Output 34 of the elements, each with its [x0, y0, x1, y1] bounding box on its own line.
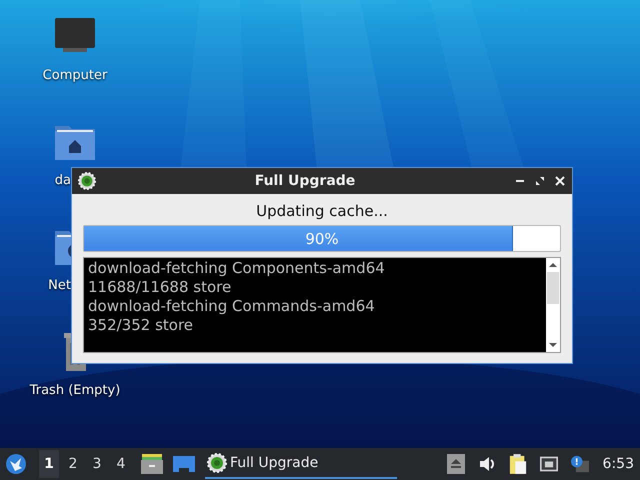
progress-text: 90%: [305, 230, 339, 248]
close-icon[interactable]: [554, 175, 566, 187]
icon-label: Net: [48, 278, 71, 293]
task-button[interactable]: Full Upgrade: [205, 449, 397, 479]
start-menu-icon[interactable]: [5, 453, 27, 475]
speaker-icon[interactable]: [478, 454, 496, 474]
network-icon[interactable]: [540, 454, 558, 474]
file-cabinet-icon[interactable]: [141, 454, 163, 474]
gear-icon: [78, 172, 96, 190]
log-line: download-fetching Commands-amd64: [88, 297, 376, 316]
scroll-thumb[interactable]: [547, 272, 559, 304]
scroll-down-icon[interactable]: [548, 341, 558, 349]
desktop-icon[interactable]: [173, 454, 195, 474]
log-line: download-fetching Components-amd64: [88, 259, 386, 278]
workspace-button[interactable]: 3: [87, 450, 107, 478]
notification-icon[interactable]: [570, 454, 589, 474]
home-folder-icon[interactable]: [55, 123, 95, 161]
gear-icon: [207, 453, 227, 473]
log-line: 11688/11688 store: [88, 278, 232, 297]
icon-label: Computer: [42, 68, 108, 83]
eject-icon[interactable]: [446, 454, 465, 474]
log-line: 352/352 store: [88, 316, 194, 335]
status-text: Updating cache...: [256, 202, 388, 220]
workspace-button[interactable]: 4: [111, 450, 131, 478]
clipboard-icon[interactable]: [508, 454, 527, 474]
scroll-up-icon[interactable]: [548, 261, 558, 269]
icon-label: Trash (Empty): [30, 383, 120, 398]
clock[interactable]: 6:53: [602, 456, 634, 472]
scrollbar[interactable]: [546, 258, 560, 352]
workspace-button[interactable]: 1: [39, 450, 59, 478]
icon-label: da: [54, 173, 71, 188]
maximize-icon[interactable]: [534, 175, 546, 187]
window-title: Full Upgrade: [254, 173, 356, 189]
workspace-button[interactable]: 2: [63, 450, 83, 478]
